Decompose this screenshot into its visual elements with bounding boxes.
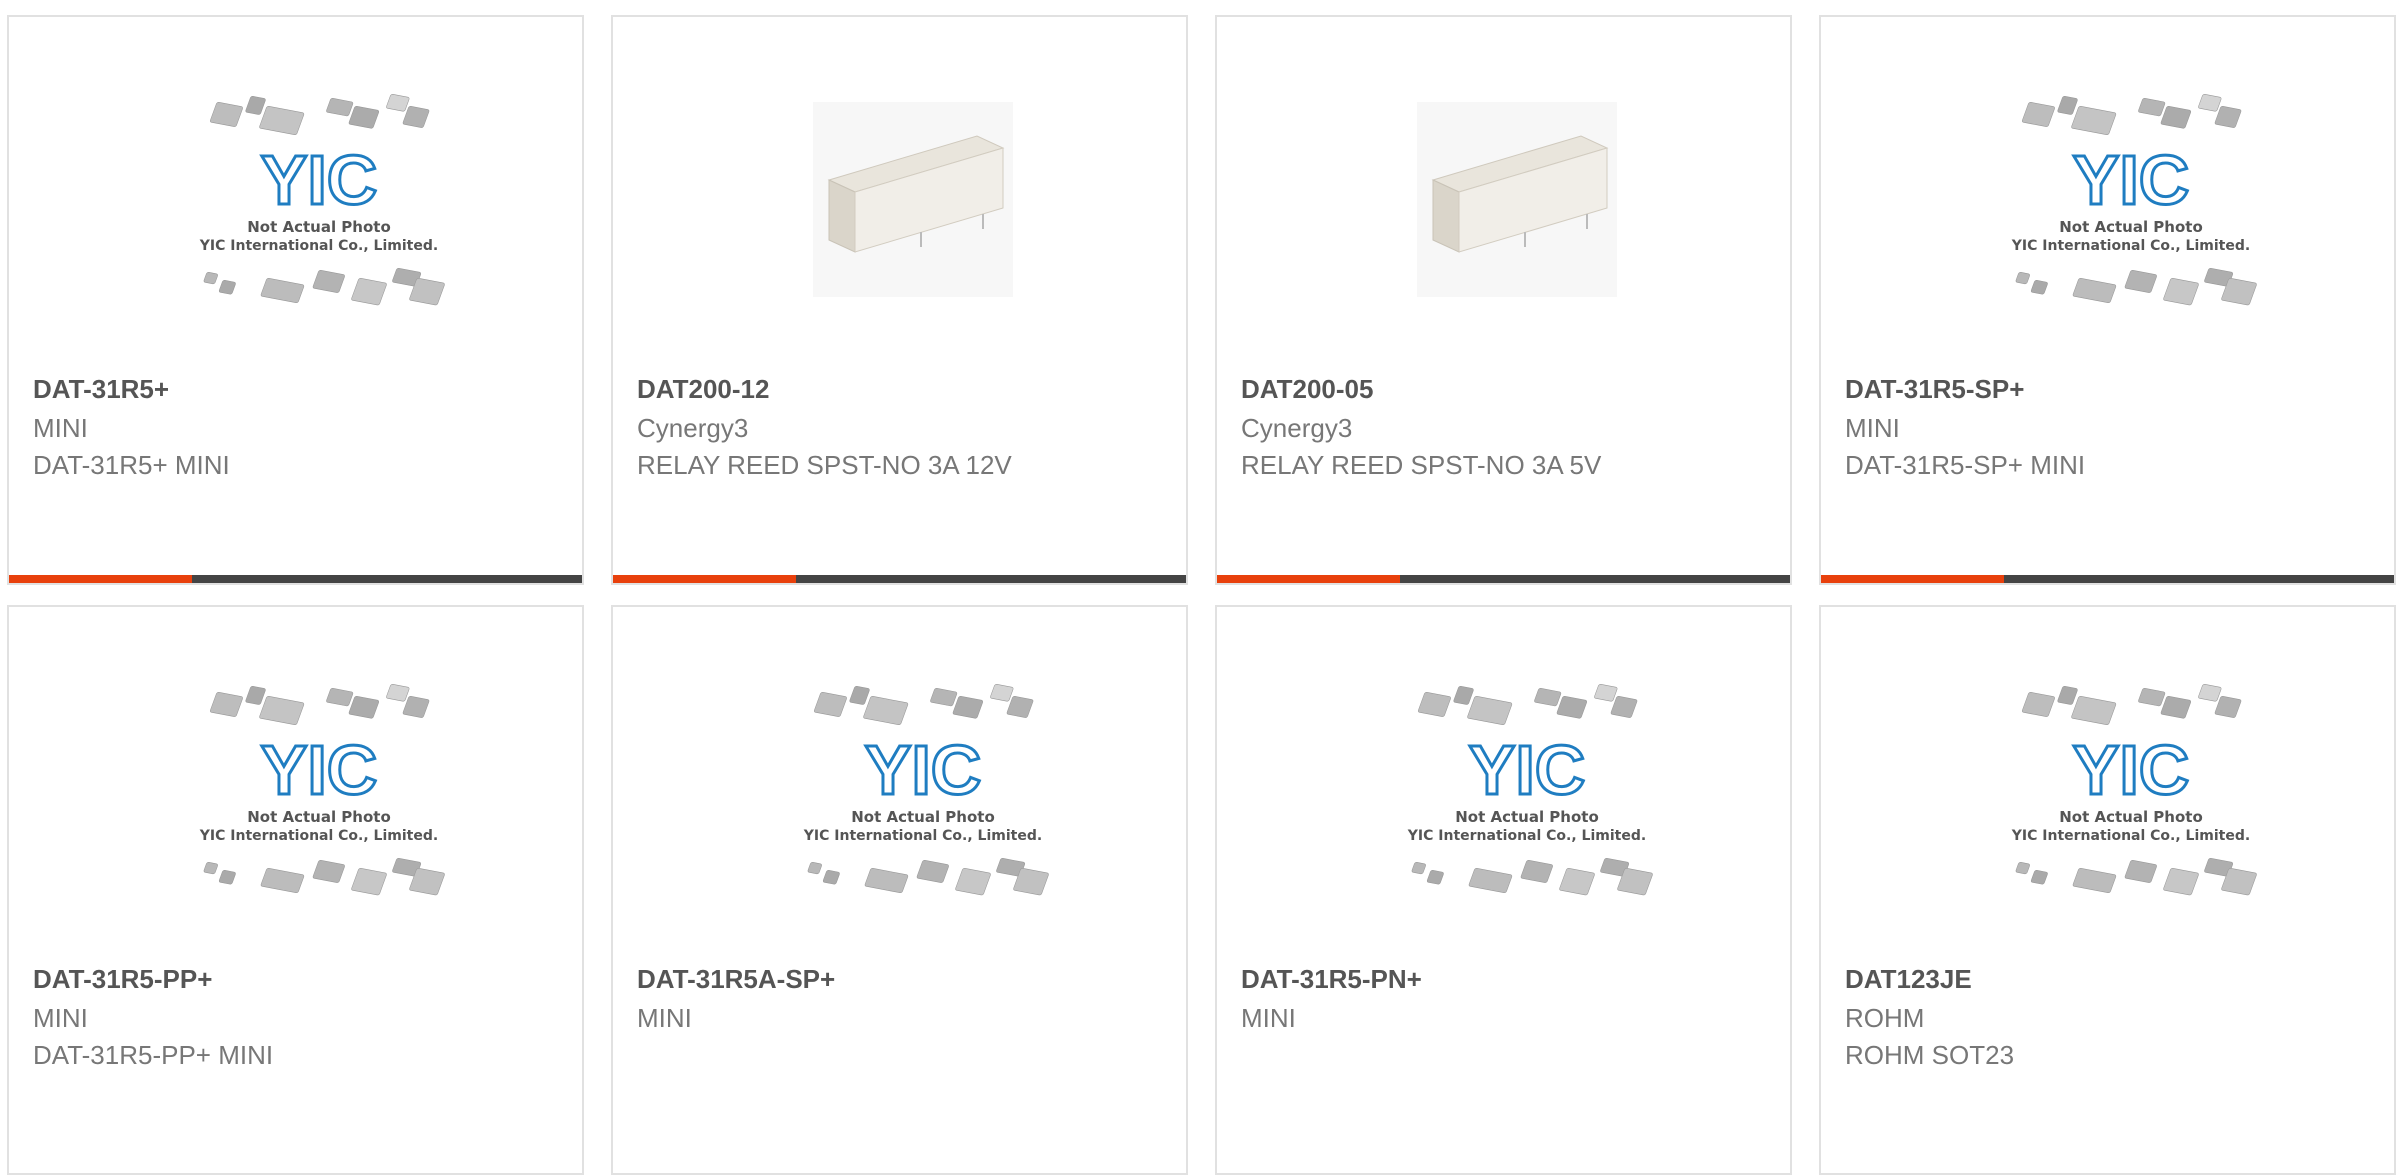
yic-placeholder-graphic: YICNot Actual Photo YIC International Co.…	[199, 684, 445, 896]
yic-placeholder-graphic: YICNot Actual Photo YIC International Co.…	[2011, 684, 2257, 896]
description: RELAY REED SPST-NO 3A 12V	[637, 450, 1012, 480]
product-card[interactable]: YIC Not Actual Photo YIC International Co.…	[7, 605, 584, 1175]
placeholder-company: YIC International Co., Limited.	[199, 238, 438, 254]
part-number[interactable]: DAT-31R5-PP+	[33, 964, 212, 995]
placeholder-note: Not Actual Photo	[2059, 218, 2203, 236]
relay-photo	[813, 102, 1013, 297]
product-card[interactable]: YIC Not Actual Photo YIC International Co.…	[7, 15, 584, 585]
card-bottom-bar	[1821, 575, 2394, 583]
yic-logo: YIC	[261, 731, 378, 809]
card-bottom-bar	[613, 575, 1186, 583]
placeholder-note: Not Actual Photo	[2059, 808, 2203, 826]
yic-logo: YIC	[865, 731, 982, 809]
yic-logo: YIC	[2073, 141, 2190, 219]
product-image[interactable]: YIC Not Actual Photo YIC International Co.…	[793, 682, 1053, 897]
product-image[interactable]: YIC Not Actual Photo YIC International Co.…	[2001, 92, 2261, 307]
product-card[interactable]: YIC Not Actual Photo YIC International Co.…	[611, 605, 1188, 1175]
product-card[interactable]: YIC Not Actual Photo YIC International Co.…	[1819, 605, 2396, 1175]
description: DAT-31R5+ MINI	[33, 450, 230, 480]
manufacturer: ROHM	[1845, 1003, 1925, 1033]
description: ROHM SOT23	[1845, 1040, 2015, 1070]
product-image[interactable]	[793, 92, 1053, 307]
product-image[interactable]: YIC Not Actual Photo YIC International Co.…	[189, 682, 449, 897]
card-accent	[9, 575, 192, 583]
yic-logo: YIC	[1469, 731, 1586, 809]
placeholder-company: YIC International Co., Limited.	[2011, 828, 2250, 844]
manufacturer: MINI	[1241, 1003, 1296, 1033]
manufacturer: MINI	[33, 1003, 88, 1033]
product-card[interactable]: DAT200-05 Cynergy3 RELAY REED SPST-NO 3A…	[1215, 15, 1792, 585]
relay-photo	[1417, 102, 1617, 297]
product-card[interactable]: YIC Not Actual Photo YIC International Co.…	[1215, 605, 1792, 1175]
card-accent	[1821, 575, 2004, 583]
part-number[interactable]: DAT-31R5-PN+	[1241, 964, 1422, 995]
yic-placeholder-graphic: YICNot Actual Photo YIC International Co.…	[2011, 94, 2257, 306]
product-grid: YIC Not Actual Photo YIC International Co.…	[0, 0, 2400, 1175]
part-number[interactable]: DAT-31R5A-SP+	[637, 964, 835, 995]
placeholder-company: YIC International Co., Limited.	[199, 828, 438, 844]
yic-placeholder-graphic: YICNot Actual Photo YIC International Co.…	[199, 94, 445, 306]
part-number[interactable]: DAT200-05	[1241, 374, 1373, 405]
description: DAT-31R5-SP+ MINI	[1845, 450, 2086, 480]
product-image[interactable]: YIC Not Actual Photo YIC International Co.…	[2001, 682, 2261, 897]
card-accent	[613, 575, 796, 583]
description: RELAY REED SPST-NO 3A 5V	[1241, 450, 1602, 480]
product-card[interactable]: YIC Not Actual Photo YIC International Co.…	[1819, 15, 2396, 585]
manufacturer: MINI	[1845, 413, 1900, 443]
manufacturer: Cynergy3	[637, 413, 749, 443]
placeholder-note: Not Actual Photo	[247, 218, 391, 236]
part-number[interactable]: DAT-31R5-SP+	[1845, 374, 2024, 405]
product-card[interactable]: DAT200-12 Cynergy3 RELAY REED SPST-NO 3A…	[611, 15, 1188, 585]
card-bottom-bar	[1217, 575, 1790, 583]
yic-placeholder-graphic: YICNot Actual Photo YIC International Co.…	[1407, 684, 1653, 896]
placeholder-company: YIC International Co., Limited.	[2011, 238, 2250, 254]
card-bottom-bar	[9, 575, 582, 583]
yic-logo: YIC	[261, 141, 378, 219]
manufacturer: MINI	[33, 413, 88, 443]
part-number[interactable]: DAT200-12	[637, 374, 769, 405]
placeholder-company: YIC International Co., Limited.	[1407, 828, 1646, 844]
card-accent	[1217, 575, 1400, 583]
manufacturer: MINI	[637, 1003, 692, 1033]
placeholder-note: Not Actual Photo	[247, 808, 391, 826]
placeholder-company: YIC International Co., Limited.	[803, 828, 1042, 844]
placeholder-note: Not Actual Photo	[1455, 808, 1599, 826]
placeholder-note: Not Actual Photo	[851, 808, 995, 826]
product-image[interactable]: YIC Not Actual Photo YIC International Co.…	[189, 92, 449, 307]
part-number[interactable]: DAT123JE	[1845, 964, 1972, 995]
product-image[interactable]	[1397, 92, 1657, 307]
product-image[interactable]: YIC Not Actual Photo YIC International Co.…	[1397, 682, 1657, 897]
part-number[interactable]: DAT-31R5+	[33, 374, 169, 405]
description: DAT-31R5-PP+ MINI	[33, 1040, 274, 1070]
manufacturer: Cynergy3	[1241, 413, 1353, 443]
yic-logo: YIC	[2073, 731, 2190, 809]
yic-placeholder-graphic: YICNot Actual Photo YIC International Co.…	[803, 684, 1049, 896]
